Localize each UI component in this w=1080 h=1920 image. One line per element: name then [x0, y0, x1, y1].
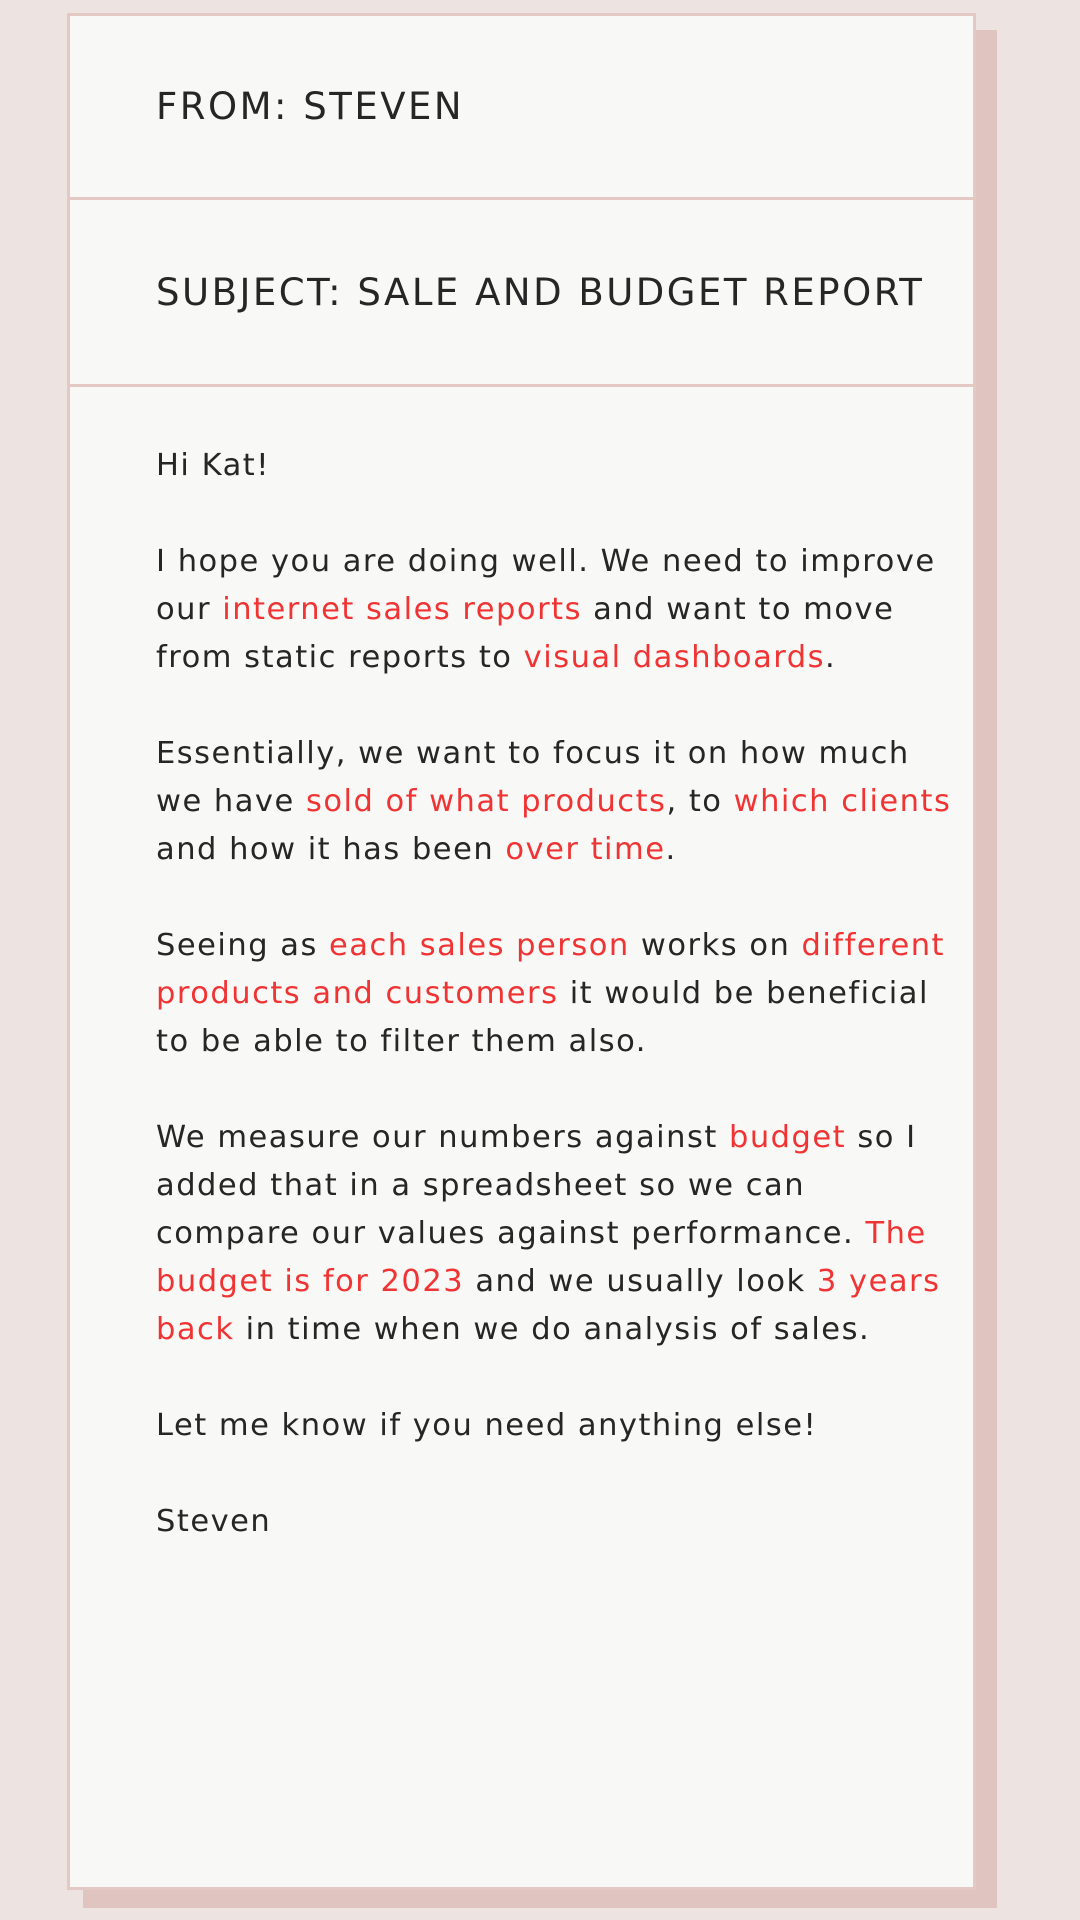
highlight-budget: budget — [728, 1120, 847, 1155]
text-segment: . — [825, 640, 837, 675]
email-body: Hi Kat! I hope you are doing well. We ne… — [156, 442, 956, 1594]
text-segment: and how it has been — [156, 832, 506, 867]
paragraph-budget: We measure our numbers against budget so… — [156, 1114, 956, 1354]
paragraph-filter: Seeing as each sales person works on dif… — [156, 922, 956, 1066]
highlight-clients: which clients — [733, 784, 952, 819]
highlight-products: sold of what products — [305, 784, 667, 819]
from-label: FROM: STEVEN — [156, 85, 465, 128]
highlight-over-time: over time — [505, 832, 666, 867]
signature: Steven — [156, 1504, 272, 1539]
greeting: Hi Kat! — [156, 448, 270, 483]
text-segment: Seeing as — [156, 928, 330, 963]
closing: Let me know if you need anything else! — [156, 1408, 818, 1443]
paragraph-request: I hope you are doing well. We need to im… — [156, 538, 956, 682]
highlight-internet-sales-reports: internet sales reports — [222, 592, 582, 627]
text-segment: . — [665, 832, 677, 867]
text-segment: , to — [666, 784, 734, 819]
from-line: FROM: STEVEN — [70, 16, 973, 200]
subject-line: SUBJECT: SALE AND BUDGET REPORT — [70, 200, 973, 387]
text-segment: We measure our numbers against — [156, 1120, 729, 1155]
highlight-sales-person: each sales person — [329, 928, 630, 963]
text-segment: in time when we do analysis of sales. — [234, 1312, 871, 1347]
email-card: FROM: STEVEN SUBJECT: SALE AND BUDGET RE… — [67, 13, 976, 1890]
text-segment: and we usually look — [464, 1264, 817, 1299]
subject-label: SUBJECT: SALE AND BUDGET REPORT — [156, 270, 925, 314]
text-segment: works on — [629, 928, 802, 963]
highlight-visual-dashboards: visual dashboards — [523, 640, 826, 675]
paragraph-focus: Essentially, we want to focus it on how … — [156, 730, 956, 874]
